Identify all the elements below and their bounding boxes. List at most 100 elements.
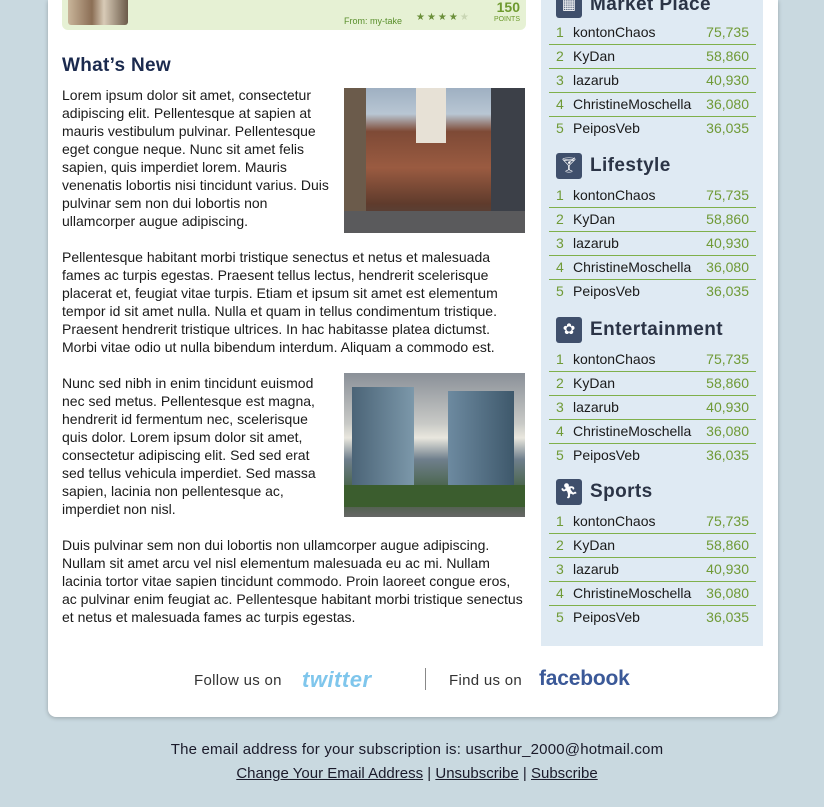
- member-score: 36,035: [706, 447, 749, 463]
- rank-number: 1: [556, 351, 564, 367]
- rank-number: 2: [556, 211, 564, 227]
- social-divider: [425, 668, 426, 690]
- rank-number: 3: [556, 72, 564, 88]
- member-score: 36,080: [706, 585, 749, 601]
- rank-number: 5: [556, 283, 564, 299]
- member-score: 36,080: [706, 259, 749, 275]
- article-paragraph: Duis pulvinar sem non dui lobortis non u…: [62, 537, 523, 625]
- rank-number: 2: [556, 537, 564, 553]
- rank-number: 5: [556, 447, 564, 463]
- leaderboard-list: 1 kontonChaos 75,735 2 KyDan 58,860 3 lazarub…: [549, 348, 756, 468]
- leaderboard-row: 3 lazarub 40,930: [549, 558, 756, 582]
- member-score: 75,735: [706, 24, 749, 40]
- facebook-logo[interactable]: facebook: [539, 667, 630, 691]
- category-title: Entertainment: [590, 319, 723, 340]
- leaderboard-row: 1 kontonChaos 75,735: [549, 184, 756, 208]
- twitter-logo[interactable]: twitter: [302, 667, 372, 693]
- member-score: 58,860: [706, 211, 749, 227]
- leaderboard-list: 1 kontonChaos 75,735 2 KyDan 58,860 3 lazarub…: [549, 21, 756, 141]
- category-title: Sports: [590, 481, 653, 502]
- member-name-link[interactable]: ChristineMoschella: [573, 96, 691, 112]
- unsubscribe-link[interactable]: Unsubscribe: [435, 765, 518, 782]
- popcorn-icon: ✿: [556, 317, 582, 343]
- member-score: 36,035: [706, 283, 749, 299]
- member-name-link[interactable]: ChristineMoschella: [573, 259, 691, 275]
- leaderboard-row: 2 KyDan 58,860: [549, 45, 756, 69]
- promo-strip[interactable]: From: my-take ★★★★★ 150 POINTS: [62, 0, 526, 30]
- leaderboard-list: 1 kontonChaos 75,735 2 KyDan 58,860 3 lazarub…: [549, 510, 756, 630]
- member-score: 75,735: [706, 187, 749, 203]
- promo-thumbnail[interactable]: [68, 0, 128, 25]
- member-score: 36,035: [706, 120, 749, 136]
- member-name-link[interactable]: kontonChaos: [573, 513, 656, 529]
- member-name-link[interactable]: KyDan: [573, 211, 615, 227]
- subscribe-link[interactable]: Subscribe: [531, 765, 598, 782]
- member-score: 40,930: [706, 561, 749, 577]
- leaderboard-row: 2 KyDan 58,860: [549, 208, 756, 232]
- member-score: 75,735: [706, 513, 749, 529]
- article-title: What’s New: [62, 55, 171, 76]
- member-name-link[interactable]: ChristineMoschella: [573, 423, 691, 439]
- article-photo-building: [344, 88, 525, 233]
- runner-icon: 🏃︎: [556, 479, 582, 505]
- rank-number: 1: [556, 187, 564, 203]
- member-name-link[interactable]: ChristineMoschella: [573, 585, 691, 601]
- member-name-link[interactable]: lazarub: [573, 399, 619, 415]
- rank-number: 3: [556, 235, 564, 251]
- category-title: Lifestyle: [590, 155, 671, 176]
- member-name-link[interactable]: lazarub: [573, 235, 619, 251]
- rank-number: 4: [556, 96, 564, 112]
- subscription-notice: The email address for your subscription …: [170, 741, 664, 758]
- member-name-link[interactable]: PeiposVeb: [573, 447, 640, 463]
- category-title: Market Place: [590, 0, 711, 15]
- leaderboard-row: 1 kontonChaos 75,735: [549, 21, 756, 45]
- link-separator: |: [522, 765, 527, 782]
- member-score: 58,860: [706, 375, 749, 391]
- member-name-link[interactable]: KyDan: [573, 537, 615, 553]
- member-score: 36,080: [706, 96, 749, 112]
- member-name-link[interactable]: PeiposVeb: [573, 283, 640, 299]
- member-name-link[interactable]: lazarub: [573, 561, 619, 577]
- member-name-link[interactable]: kontonChaos: [573, 187, 656, 203]
- member-name-link[interactable]: PeiposVeb: [573, 120, 640, 136]
- member-score: 40,930: [706, 72, 749, 88]
- rank-number: 2: [556, 48, 564, 64]
- rank-number: 3: [556, 561, 564, 577]
- article-paragraph: Pellentesque habitant morbi tristique se…: [62, 249, 498, 355]
- member-name-link[interactable]: PeiposVeb: [573, 609, 640, 625]
- member-name-link[interactable]: lazarub: [573, 72, 619, 88]
- leaderboard-list: 1 kontonChaos 75,735 2 KyDan 58,860 3 lazarub…: [549, 184, 756, 304]
- leaderboard-row: 4 ChristineMoschella 36,080: [549, 420, 756, 444]
- cocktail-icon: 🍸︎: [556, 153, 582, 179]
- member-name-link[interactable]: kontonChaos: [573, 24, 656, 40]
- follow-us-label: Follow us on: [194, 672, 282, 689]
- member-name-link[interactable]: KyDan: [573, 375, 615, 391]
- leaderboard-row: 1 kontonChaos 75,735: [549, 348, 756, 372]
- rank-number: 5: [556, 609, 564, 625]
- promo-from[interactable]: From: my-take: [344, 16, 402, 26]
- leaderboard-row: 3 lazarub 40,930: [549, 69, 756, 93]
- rank-number: 1: [556, 513, 564, 529]
- leaderboard-row: 5 PeiposVeb 36,035: [549, 280, 756, 304]
- points-label: POINTS: [493, 16, 520, 23]
- rating-stars: ★★★★★: [416, 12, 471, 23]
- member-name-link[interactable]: KyDan: [573, 48, 615, 64]
- member-score: 58,860: [706, 537, 749, 553]
- leaderboard-row: 2 KyDan 58,860: [549, 372, 756, 396]
- points-value: 150: [496, 0, 520, 15]
- find-us-label: Find us on: [449, 672, 523, 689]
- subscription-links: Change Your Email Address | Unsubscribe …: [0, 765, 824, 782]
- rank-number: 4: [556, 423, 564, 439]
- leaderboard-row: 1 kontonChaos 75,735: [549, 510, 756, 534]
- change-email-link[interactable]: Change Your Email Address: [236, 765, 423, 782]
- leaderboard-row: 3 lazarub 40,930: [549, 232, 756, 256]
- leaderboard-row: 4 ChristineMoschella 36,080: [549, 93, 756, 117]
- leaderboard-row: 5 PeiposVeb 36,035: [549, 117, 756, 141]
- member-name-link[interactable]: kontonChaos: [573, 351, 656, 367]
- member-score: 40,930: [706, 399, 749, 415]
- member-score: 40,930: [706, 235, 749, 251]
- leaderboard-row: 4 ChristineMoschella 36,080: [549, 256, 756, 280]
- article-paragraph: Nunc sed nibh in enim tincidunt euismod …: [62, 375, 316, 517]
- leaderboard-row: 3 lazarub 40,930: [549, 396, 756, 420]
- leaderboard-row: 5 PeiposVeb 36,035: [549, 606, 756, 630]
